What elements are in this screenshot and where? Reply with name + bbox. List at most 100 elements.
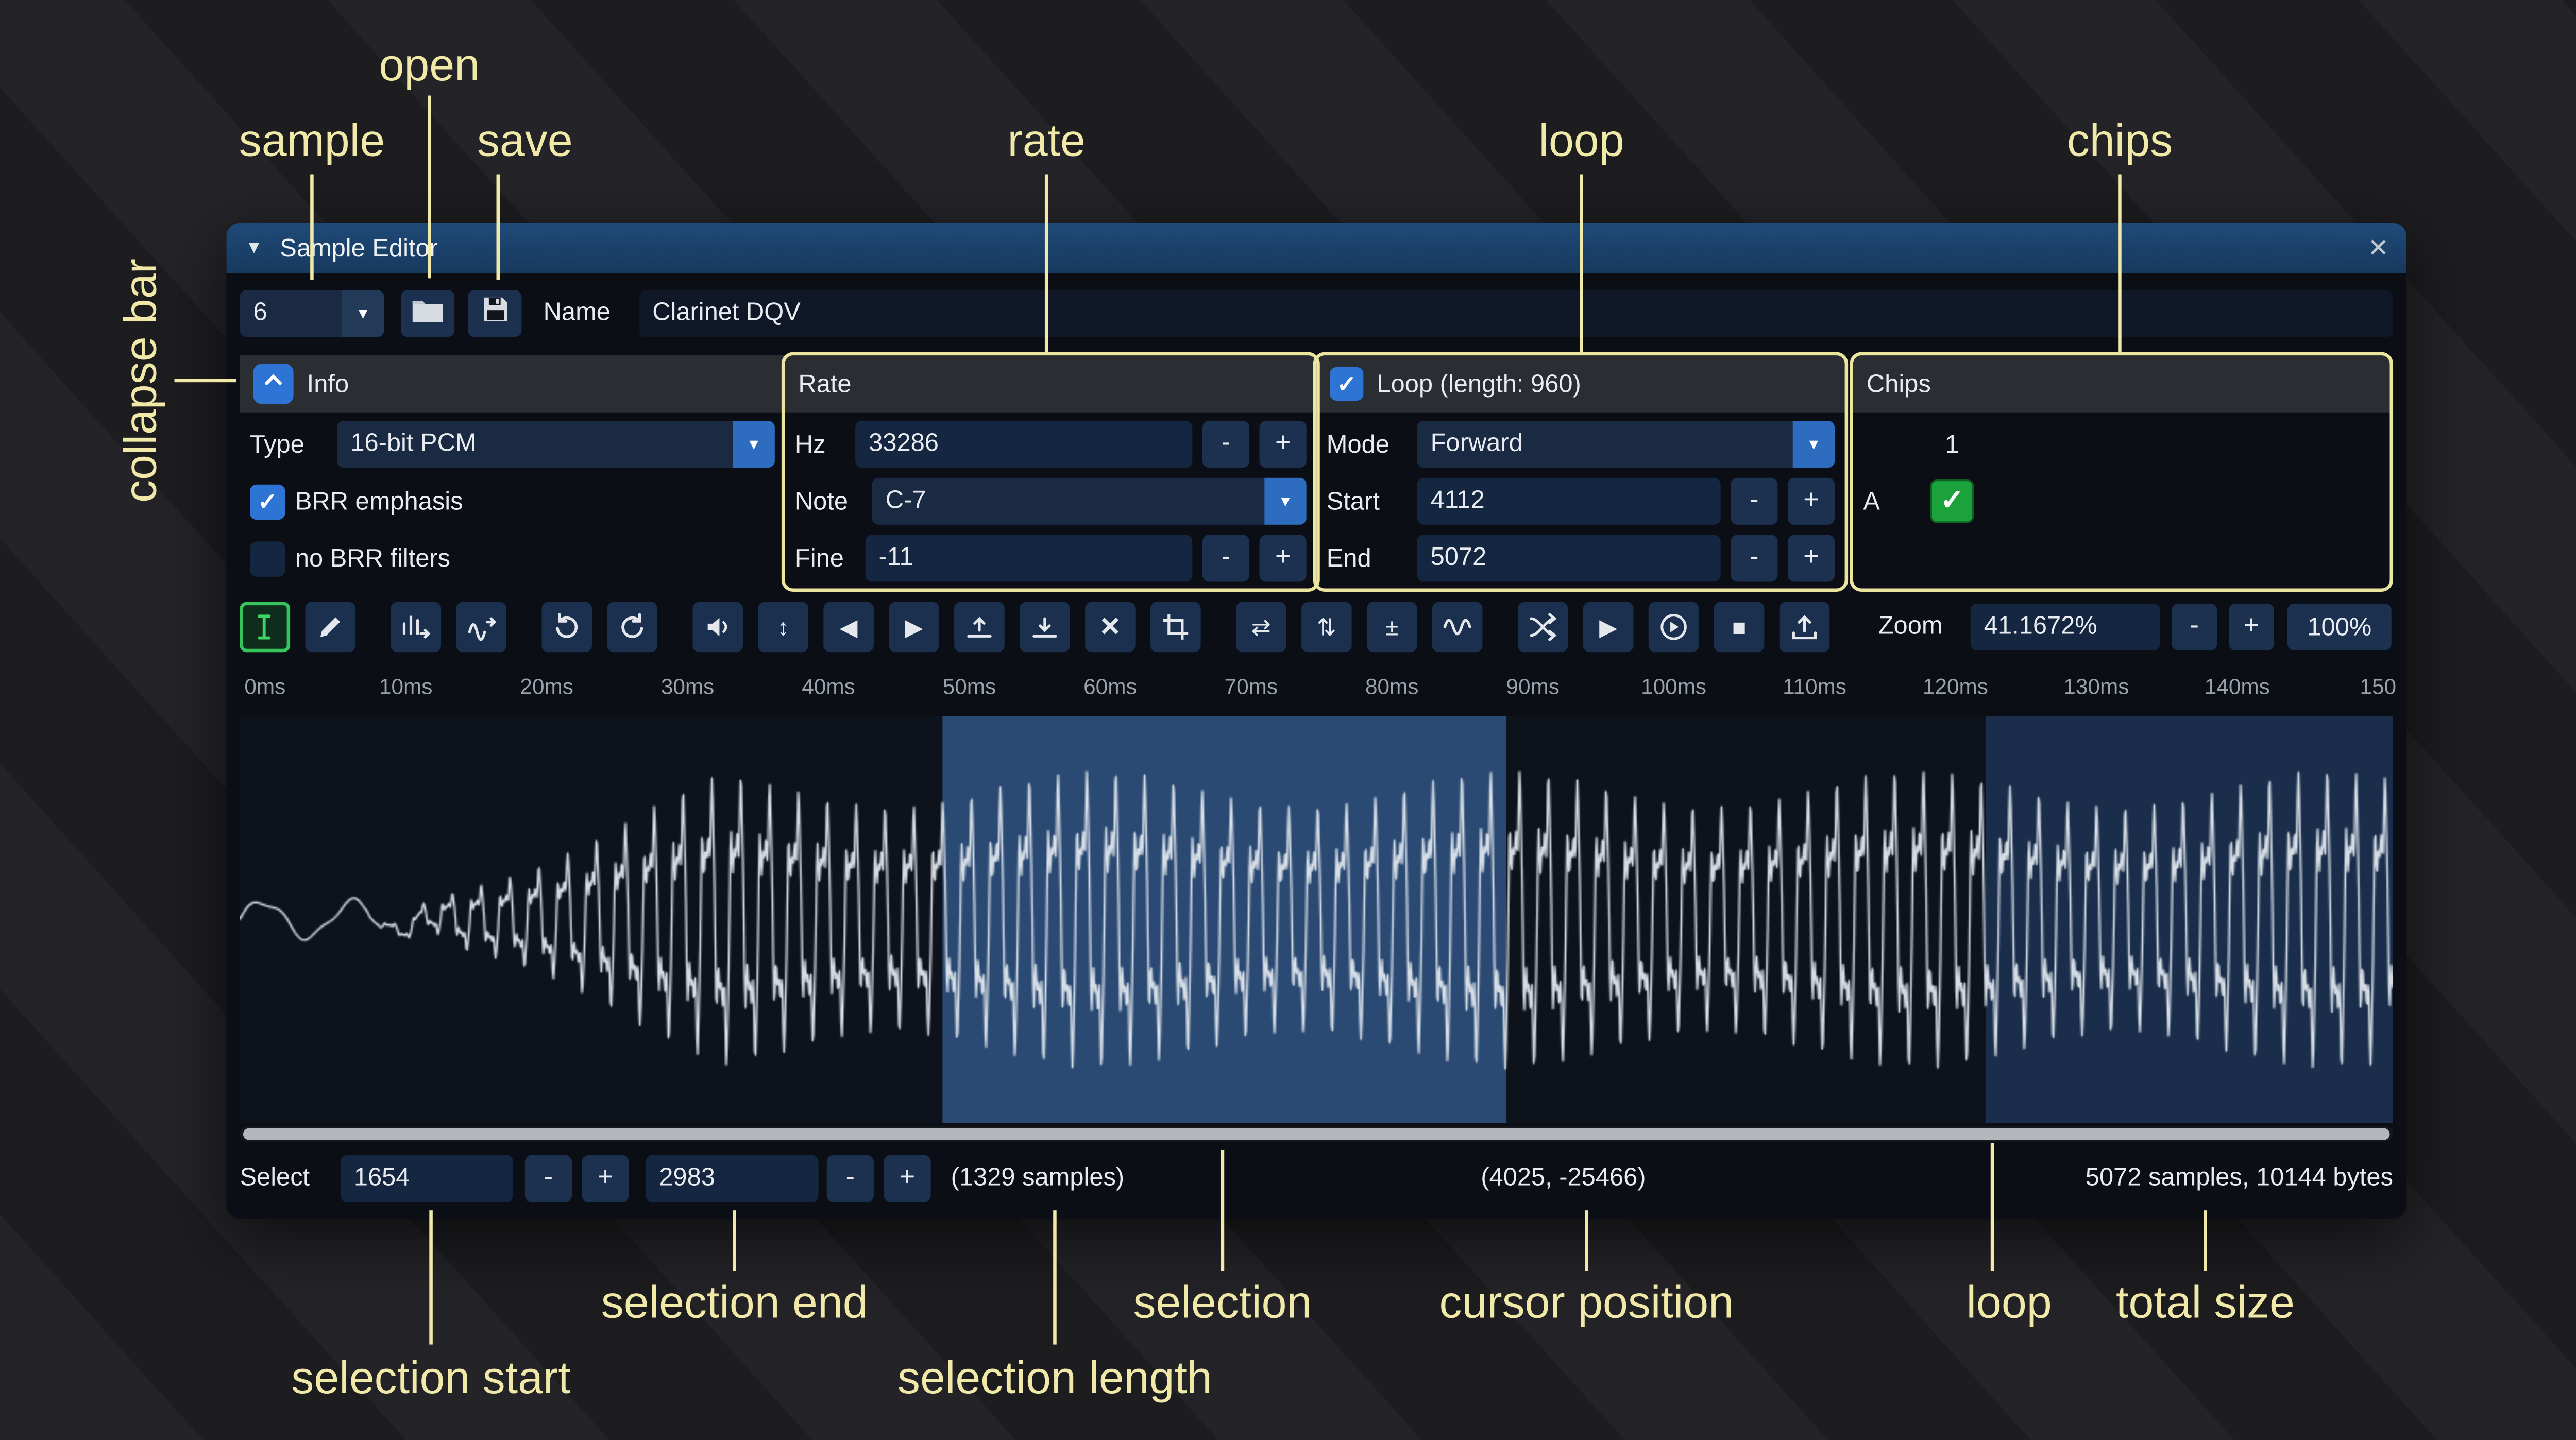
toolbar-redo-button[interactable] — [607, 602, 657, 653]
toolbar-insert-silence-button[interactable] — [954, 602, 1005, 653]
status-bar: Select 1654 - + 2983 - + (1329 samples) … — [240, 1155, 2393, 1202]
timeline-label: 10ms — [379, 674, 433, 699]
hz-input[interactable]: 33286 — [855, 421, 1192, 468]
loop-end-increase-button[interactable]: + — [1788, 535, 1835, 581]
chips-panel-title: Chips — [1867, 370, 1931, 398]
chevron-down-icon[interactable]: ▼ — [1264, 478, 1306, 525]
annotation-open-label: open — [346, 39, 514, 92]
toolbar-filter-button[interactable] — [1432, 602, 1483, 653]
toolbar-invert-button[interactable]: ⇅ — [1301, 602, 1352, 653]
undo-icon — [552, 612, 582, 642]
toolbar-crossfade-button[interactable] — [1518, 602, 1568, 653]
fine-input[interactable]: -11 — [866, 535, 1193, 581]
open-sample-button[interactable] — [401, 290, 454, 337]
loop-start-label: Start — [1327, 487, 1407, 516]
scrollbar-thumb[interactable] — [243, 1128, 2390, 1140]
chip-column-header: 1 — [1930, 430, 1974, 458]
save-sample-button[interactable] — [468, 290, 521, 337]
cursor-position-text: (4025, -25466) — [1481, 1155, 1646, 1202]
toolbar-export-button[interactable] — [1780, 602, 1830, 653]
toolbar-select-button[interactable] — [240, 602, 290, 653]
toolbar-undo-button[interactable] — [541, 602, 592, 653]
play-cursor-icon — [1658, 612, 1689, 642]
selection-start-decrease-button[interactable]: - — [525, 1155, 572, 1202]
check-icon: ✓ — [1940, 485, 1964, 518]
toolbar-fade-out-button[interactable]: ▶ — [889, 602, 939, 653]
loop-enable-checkbox[interactable]: ✓ — [1330, 367, 1363, 401]
collapse-info-button[interactable] — [253, 364, 294, 404]
window-collapse-icon[interactable]: ▼ — [245, 238, 263, 258]
fine-increase-button[interactable]: + — [1260, 535, 1307, 581]
resize-icon — [401, 612, 431, 642]
toolbar-apply-silence-button[interactable] — [1020, 602, 1070, 653]
loop-start-input[interactable]: 4112 — [1417, 478, 1721, 525]
selection-start-input[interactable]: 1654 — [341, 1155, 513, 1202]
zoom-reset-button[interactable]: 100% — [2287, 604, 2392, 650]
toolbar-fade-in-button[interactable]: ◀ — [823, 602, 874, 653]
zoom-input[interactable]: 41.1672% — [1971, 604, 2160, 650]
save-icon — [481, 295, 509, 332]
fine-decrease-button[interactable]: - — [1202, 535, 1249, 581]
toolbar-normalize-button[interactable]: ↕ — [758, 602, 808, 653]
toolbar-resize-button[interactable] — [391, 602, 441, 653]
toolbar-resample-button[interactable] — [456, 602, 506, 653]
toolbar-trim-button[interactable] — [1150, 602, 1201, 653]
chevron-down-icon[interactable]: ▼ — [733, 421, 774, 468]
toolbar-sign-change-button[interactable]: ± — [1367, 602, 1417, 653]
selection-length-text: (1329 samples) — [951, 1155, 1125, 1202]
annotation-cursor-position-line — [1585, 1210, 1588, 1271]
timeline-label: 150 — [2360, 674, 2396, 699]
selection-start-increase-button[interactable]: + — [582, 1155, 629, 1202]
select-label: Select — [240, 1155, 310, 1202]
chevron-down-icon[interactable]: ▼ — [342, 290, 384, 337]
filter-icon — [1442, 612, 1472, 642]
loop-end-label: End — [1327, 544, 1407, 572]
name-label: Name — [544, 290, 611, 337]
chip-enable-checkbox[interactable]: ✓ — [1930, 479, 1974, 523]
selection-end-increase-button[interactable]: + — [884, 1155, 930, 1202]
loop-start-decrease-button[interactable]: - — [1731, 478, 1777, 525]
zoom-in-button[interactable]: + — [2229, 604, 2274, 650]
export-icon — [1789, 612, 1820, 642]
selection-end-decrease-button[interactable]: - — [827, 1155, 874, 1202]
loop-end-input[interactable]: 5072 — [1417, 535, 1721, 581]
annotation-selection-length-label: selection length — [854, 1351, 1256, 1405]
annotation-collapse-bar-label: collapse bar — [114, 233, 164, 528]
hz-decrease-button[interactable]: - — [1202, 421, 1249, 468]
no-brr-filters-checkbox[interactable] — [250, 541, 285, 576]
crossfade-icon — [1528, 612, 1558, 642]
sample-selector[interactable]: 6 ▼ — [240, 290, 384, 337]
sample-name-input[interactable]: Clarinet DQV — [639, 290, 2393, 337]
zoom-out-button[interactable]: - — [2172, 604, 2217, 650]
toolbar-draw-button[interactable] — [305, 602, 355, 653]
chevron-down-icon[interactable]: ▼ — [1793, 421, 1835, 468]
toolbar-reverse-button[interactable]: ⇄ — [1236, 602, 1286, 653]
waveform-scrollbar[interactable] — [240, 1126, 2393, 1141]
toolbar-play-cursor-button[interactable] — [1649, 602, 1699, 653]
selection-end-input[interactable]: 2983 — [646, 1155, 818, 1202]
waveform-view[interactable] — [240, 716, 2393, 1123]
loop-panel: ✓ Loop (length: 960) Mode Forward ▼ Star… — [1316, 355, 1844, 581]
annotation-cursor-position-label: cursor position — [1402, 1276, 1771, 1329]
check-icon: ✓ — [258, 487, 277, 516]
loop-mode-select[interactable]: Forward ▼ — [1417, 421, 1835, 468]
toolbar-amplify-button[interactable] — [692, 602, 743, 653]
loop-start-increase-button[interactable]: + — [1788, 478, 1835, 525]
toolbar-delete-button[interactable]: × — [1085, 602, 1136, 653]
chips-panel: Chips 1 A ✓ — [1853, 355, 2390, 581]
sample-editor-window: ▼ Sample Editor × 6 ▼ Name Clarinet DQV … — [226, 223, 2406, 1219]
timeline-label: 80ms — [1365, 674, 1419, 699]
toolbar-preview-button[interactable]: ▶ — [1583, 602, 1634, 653]
annotation-selection-label: selection — [1097, 1276, 1348, 1329]
annotation-loop-label: loop — [1498, 114, 1666, 167]
close-icon[interactable]: × — [2368, 231, 2388, 265]
note-select[interactable]: C-7 ▼ — [872, 478, 1307, 525]
toolbar-stop-button[interactable]: ■ — [1714, 602, 1765, 653]
sample-type-select[interactable]: 16-bit PCM ▼ — [337, 421, 775, 468]
loop-panel-header: ✓ Loop (length: 960) — [1316, 355, 1844, 413]
loop-end-decrease-button[interactable]: - — [1731, 535, 1777, 581]
rate-panel: Rate Hz 33286 - + Note C-7 ▼ Fine — [785, 355, 1316, 581]
timeline-label: 130ms — [2063, 674, 2129, 699]
hz-increase-button[interactable]: + — [1260, 421, 1307, 468]
brr-emphasis-checkbox[interactable]: ✓ — [250, 484, 285, 519]
